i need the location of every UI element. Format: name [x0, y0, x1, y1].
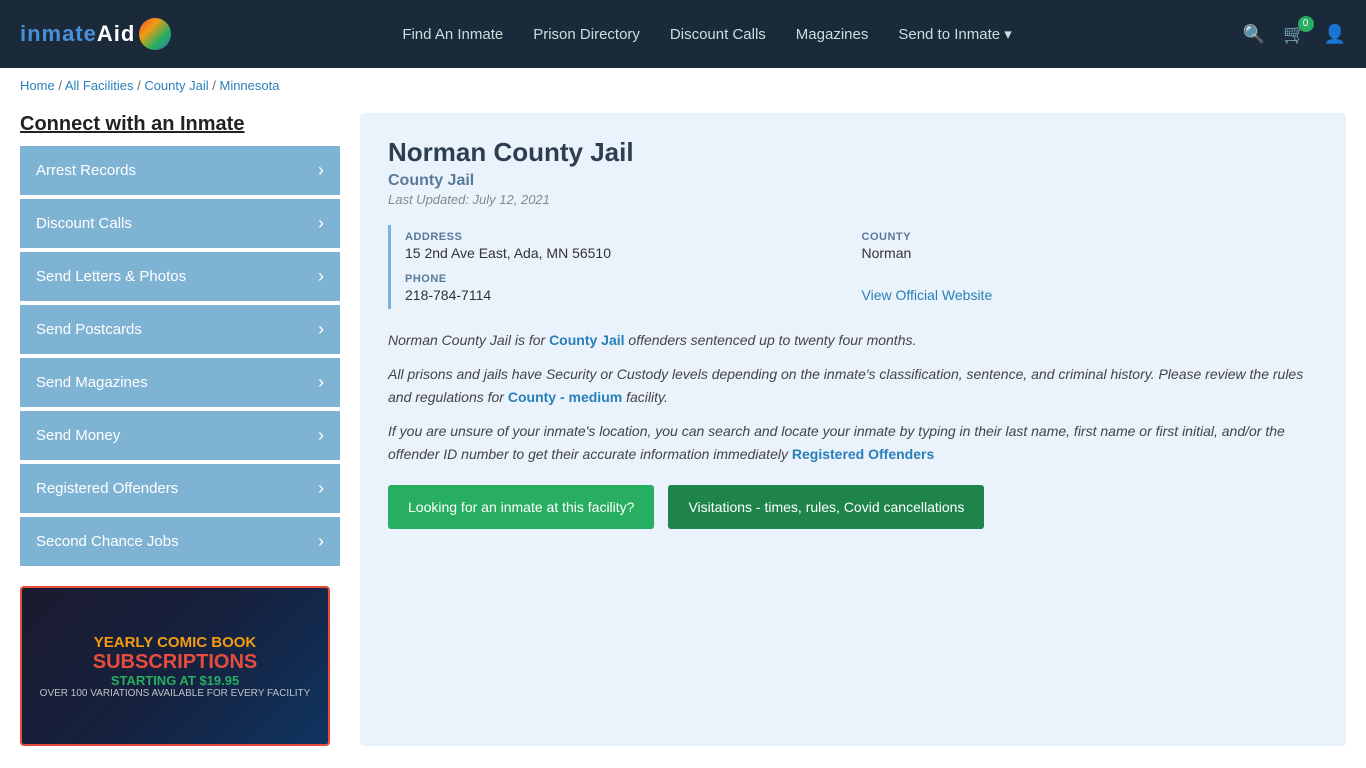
ad-note: OVER 100 VARIATIONS AVAILABLE FOR EVERY … — [40, 688, 311, 699]
address-label: ADDRESS — [405, 231, 862, 243]
facility-detail: Norman County Jail County Jail Last Upda… — [360, 113, 1346, 746]
county-label: COUNTY — [862, 231, 1319, 243]
nav-find-inmate[interactable]: Find An Inmate — [402, 26, 503, 43]
sidebar-item-label: Send Letters & Photos — [36, 268, 186, 285]
website-spacer — [862, 273, 1319, 285]
nav-discount-calls[interactable]: Discount Calls — [670, 26, 766, 43]
chevron-right-icon: › — [318, 531, 324, 552]
sidebar-item-label: Send Magazines — [36, 374, 148, 391]
sidebar-item-label: Send Money — [36, 427, 120, 444]
sidebar-item-send-postcards[interactable]: Send Postcards › — [20, 305, 340, 354]
sidebar-item-label: Registered Offenders — [36, 480, 178, 497]
logo-text: inmateAid — [20, 21, 135, 47]
chevron-right-icon: › — [318, 425, 324, 446]
registered-offenders-link[interactable]: Registered Offenders — [792, 446, 934, 462]
sidebar-item-discount-calls[interactable]: Discount Calls › — [20, 199, 340, 248]
nav-prison-directory[interactable]: Prison Directory — [533, 26, 640, 43]
sidebar: Connect with an Inmate Arrest Records › … — [20, 113, 340, 746]
sidebar-ad[interactable]: YEARLY COMIC BOOK SUBSCRIPTIONS STARTING… — [20, 586, 330, 746]
county-value: Norman — [862, 245, 1319, 261]
sidebar-item-label: Send Postcards — [36, 321, 142, 338]
address-value: 15 2nd Ave East, Ada, MN 56510 — [405, 245, 862, 261]
main-nav: Find An Inmate Prison Directory Discount… — [171, 25, 1242, 43]
action-buttons: Looking for an inmate at this facility? … — [388, 485, 1318, 529]
user-icon[interactable]: 👤 — [1324, 24, 1346, 45]
breadcrumb-home[interactable]: Home — [20, 78, 55, 93]
main-header: inmateAid Find An Inmate Prison Director… — [0, 0, 1366, 68]
breadcrumb-county-jail[interactable]: County Jail — [144, 78, 208, 93]
description-para-3: If you are unsure of your inmate's locat… — [388, 420, 1318, 465]
logo[interactable]: inmateAid — [20, 18, 171, 50]
facility-type: County Jail — [388, 172, 1318, 190]
facility-description: Norman County Jail is for County Jail of… — [388, 329, 1318, 465]
looking-for-inmate-button[interactable]: Looking for an inmate at this facility? — [388, 485, 654, 529]
sidebar-item-send-letters[interactable]: Send Letters & Photos › — [20, 252, 340, 301]
header-actions: 🔍 🛒 0 👤 — [1243, 24, 1346, 45]
phone-cell: PHONE 218-784-7114 — [405, 267, 862, 309]
description-para-1: Norman County Jail is for County Jail of… — [388, 329, 1318, 351]
address-cell: ADDRESS 15 2nd Ave East, Ada, MN 56510 — [405, 225, 862, 267]
chevron-right-icon: › — [318, 319, 324, 340]
chevron-right-icon: › — [318, 478, 324, 499]
sidebar-item-label: Second Chance Jobs — [36, 533, 179, 550]
chevron-right-icon: › — [318, 372, 324, 393]
facility-info-grid: ADDRESS 15 2nd Ave East, Ada, MN 56510 C… — [388, 225, 1318, 309]
breadcrumb-all-facilities[interactable]: All Facilities — [65, 78, 134, 93]
sidebar-item-send-magazines[interactable]: Send Magazines › — [20, 358, 340, 407]
nav-send-to-inmate[interactable]: Send to Inmate ▾ — [898, 25, 1011, 43]
ad-price: STARTING AT $19.95 — [111, 673, 239, 688]
facility-updated: Last Updated: July 12, 2021 — [388, 192, 1318, 207]
visitations-button[interactable]: Visitations - times, rules, Covid cancel… — [668, 485, 984, 529]
website-cell: View Official Website — [862, 267, 1319, 309]
chevron-right-icon: › — [318, 266, 324, 287]
phone-value: 218-784-7114 — [405, 287, 862, 303]
nav-magazines[interactable]: Magazines — [796, 26, 869, 43]
search-icon[interactable]: 🔍 — [1243, 24, 1265, 45]
sidebar-item-label: Discount Calls — [36, 215, 132, 232]
county-medium-link[interactable]: County - medium — [508, 389, 622, 405]
cart-badge: 0 — [1298, 16, 1314, 32]
main-content: Connect with an Inmate Arrest Records › … — [0, 103, 1366, 766]
county-cell: COUNTY Norman — [862, 225, 1319, 267]
view-official-website-link[interactable]: View Official Website — [862, 287, 993, 303]
breadcrumb-minnesota[interactable]: Minnesota — [219, 78, 279, 93]
sidebar-item-registered-offenders[interactable]: Registered Offenders › — [20, 464, 340, 513]
county-jail-link-1[interactable]: County Jail — [549, 332, 624, 348]
sidebar-item-second-chance-jobs[interactable]: Second Chance Jobs › — [20, 517, 340, 566]
sidebar-item-label: Arrest Records — [36, 162, 136, 179]
sidebar-item-arrest-records[interactable]: Arrest Records › — [20, 146, 340, 195]
cart-icon[interactable]: 🛒 0 — [1283, 24, 1305, 45]
chevron-right-icon: › — [318, 213, 324, 234]
chevron-right-icon: › — [318, 160, 324, 181]
ad-title-line2: SUBSCRIPTIONS — [93, 651, 257, 673]
ad-title-line1: YEARLY COMIC BOOK — [94, 634, 257, 651]
sidebar-menu: Arrest Records › Discount Calls › Send L… — [20, 146, 340, 566]
phone-label: PHONE — [405, 273, 862, 285]
sidebar-title: Connect with an Inmate — [20, 113, 340, 136]
description-para-2: All prisons and jails have Security or C… — [388, 363, 1318, 408]
logo-icon — [139, 18, 171, 50]
breadcrumb: Home / All Facilities / County Jail / Mi… — [0, 68, 1366, 103]
facility-name: Norman County Jail — [388, 137, 1318, 168]
sidebar-item-send-money[interactable]: Send Money › — [20, 411, 340, 460]
